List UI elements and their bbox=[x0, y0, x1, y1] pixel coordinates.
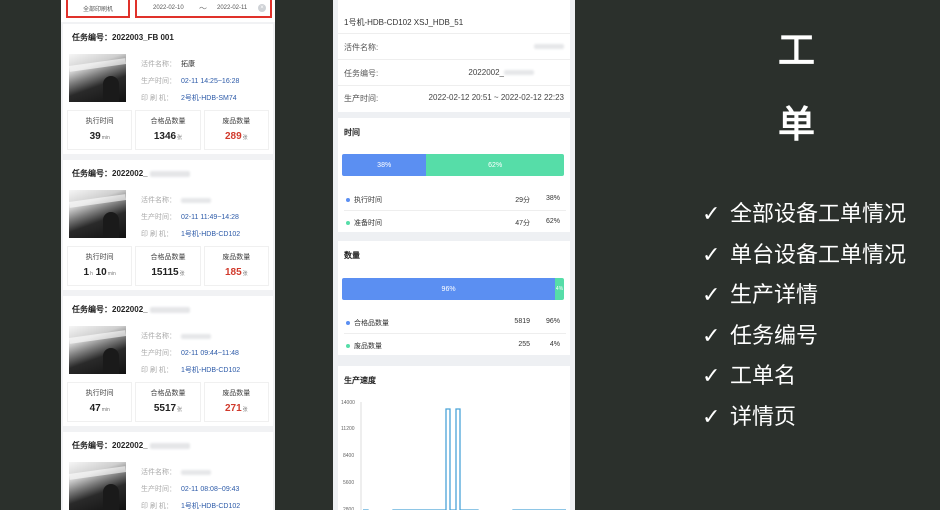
task-stats: 执行时间 39min 合格品数量 1346张 废品数量 289张 bbox=[67, 110, 269, 150]
legend-row-good: 合格品数量 5819 96% bbox=[346, 318, 562, 328]
exec-time-stat: 执行时间 1h 10min bbox=[67, 246, 133, 286]
feature-list: ✓ 全部设备工单情况 ✓ 单台设备工单情况 ✓ 生产详情 ✓ 任务编号 ✓ 工单名 ✓ 详情… bbox=[702, 196, 906, 439]
checkmark-icon: ✓ bbox=[702, 323, 721, 349]
exec-time-stat: 执行时间 39min bbox=[67, 110, 133, 150]
checkmark-icon: ✓ bbox=[702, 404, 721, 430]
time-section: 时间 38% 62% 执行时间 29分 38% 准备时间 47分 62% bbox=[338, 118, 570, 232]
legend-row-exec: 执行时间 29分 38% bbox=[346, 195, 562, 205]
y-tick-label: 14000 bbox=[341, 400, 355, 406]
legend-dot bbox=[346, 221, 350, 226]
legend-dot bbox=[346, 344, 350, 349]
time-ratio-bar: 38% 62% bbox=[342, 154, 564, 176]
waste-count-stat: 废品数量 271张 bbox=[203, 382, 269, 422]
job-name-row: 活件名称： bbox=[141, 195, 211, 205]
divider bbox=[344, 333, 566, 334]
y-tick-label: 8400 bbox=[343, 453, 354, 459]
count-ratio-bar: 96% 4% bbox=[342, 278, 564, 300]
filter-bar: 全部印刷机 2022-02-10 〜 2022-02-11 × bbox=[61, 0, 275, 22]
printer-filter-dropdown[interactable]: 全部印刷机 bbox=[66, 0, 130, 18]
date-end[interactable]: 2022-02-11 bbox=[217, 5, 247, 11]
date-separator: 〜 bbox=[199, 4, 207, 13]
feature-item: ✓ 生产详情 bbox=[702, 283, 819, 308]
printer-row: 印 刷 机： 1号机-HDB-CD102 bbox=[141, 503, 241, 510]
task-number: 任务编号：2022002_ bbox=[72, 304, 190, 315]
checkmark-icon: ✓ bbox=[702, 364, 721, 389]
production-time-row: 生产时间： 02-11 08:08~09:43 bbox=[141, 486, 240, 493]
waste-count-stat: 废品数量 185张 bbox=[203, 246, 269, 286]
waste-count-segment: 4% bbox=[555, 278, 564, 300]
production-time-row: 生产时间： 02-11 09:44~11:48 bbox=[141, 350, 239, 357]
feature-item: ✓ 工单名 bbox=[702, 364, 797, 389]
checkmark-icon: ✓ bbox=[702, 283, 721, 308]
production-time-row: 生产时间: 2022-02-12 20:51 ~ 2022-02-12 22:23 bbox=[344, 93, 564, 103]
task-number: 任务编号：2022002_ bbox=[72, 168, 190, 179]
task-card[interactable]: 任务编号：2022003_FB 001 活件名称： 拓康 生产时间： 02-11 1… bbox=[63, 24, 273, 154]
legend-dot bbox=[346, 198, 350, 203]
section-title: 数量 bbox=[344, 251, 360, 260]
y-tick-label: 5600 bbox=[343, 480, 354, 486]
printer-row: 印 刷 机： 1号机-HDB-CD102 bbox=[141, 367, 241, 374]
job-name-row: 活件名称： bbox=[141, 331, 211, 341]
divider bbox=[338, 85, 570, 86]
divider bbox=[344, 210, 566, 211]
job-thumbnail bbox=[69, 462, 126, 510]
count-section: 数量 96% 4% 合格品数量 5819 96% 废品数量 255 4% bbox=[338, 241, 570, 355]
task-number: 任务编号：2022002_ bbox=[72, 440, 190, 451]
checkmark-icon: ✓ bbox=[702, 242, 721, 268]
printer-row: 印 刷 机： 2号机-HDB-SM74 bbox=[141, 95, 237, 102]
detail-header-card: 1号机-HDB-CD102 XSJ_HDB_51 活件名称: 任务编号: 2022… bbox=[338, 0, 570, 112]
good-count-stat: 合格品数量 15115张 bbox=[135, 246, 201, 286]
good-count-stat: 合格品数量 1346张 bbox=[135, 110, 201, 150]
printer-row: 印 刷 机： 1号机-HDB-CD102 bbox=[141, 231, 241, 238]
production-time-row: 生产时间： 02-11 14:25~16:28 bbox=[141, 78, 240, 85]
clear-date-icon[interactable]: × bbox=[258, 4, 266, 12]
task-detail-phone: 1号机-HDB-CD102 XSJ_HDB_51 活件名称: 任务编号: 2022… bbox=[333, 0, 575, 510]
task-number-row: 任务编号: 2022002_ bbox=[344, 68, 564, 79]
job-name-row: 活件名称： 拓康 bbox=[141, 61, 195, 68]
feature-item: ✓ 任务编号 bbox=[702, 323, 819, 349]
exec-time-stat: 执行时间 47min bbox=[67, 382, 133, 422]
date-start[interactable]: 2022-02-10 bbox=[153, 5, 184, 11]
prep-time-segment: 62% bbox=[426, 154, 564, 176]
speed-section: 生产速度 14000 11200 8400 5600 2800 bbox=[338, 366, 570, 510]
legend-row-waste: 废品数量 255 4% bbox=[346, 341, 562, 351]
job-thumbnail bbox=[69, 190, 126, 238]
waste-count-stat: 废品数量 289张 bbox=[203, 110, 269, 150]
task-number: 任务编号：2022003_FB 001 bbox=[72, 33, 174, 42]
speed-chart: 14000 11200 8400 5600 2800 bbox=[341, 400, 566, 510]
good-count-segment: 96% bbox=[342, 278, 556, 300]
date-range-picker[interactable]: 2022-02-10 〜 2022-02-11 × bbox=[135, 0, 272, 18]
speed-line bbox=[363, 408, 566, 510]
feature-item: ✓ 详情页 bbox=[702, 404, 797, 430]
heading-line-1: 工 bbox=[778, 29, 815, 72]
checkmark-icon: ✓ bbox=[702, 202, 721, 227]
section-title: 时间 bbox=[344, 128, 360, 137]
production-time-row: 生产时间： 02-11 11:49~14:28 bbox=[141, 214, 239, 221]
job-name-row: 活件名称： bbox=[141, 467, 211, 477]
divider bbox=[338, 59, 570, 60]
feature-item: ✓ 全部设备工单情况 bbox=[702, 202, 907, 227]
good-count-stat: 合格品数量 5517张 bbox=[135, 382, 201, 422]
divider bbox=[338, 33, 570, 34]
job-thumbnail bbox=[69, 326, 126, 374]
printer-job-title: 1号机-HDB-CD102 XSJ_HDB_51 bbox=[344, 18, 464, 27]
heading-line-2: 单 bbox=[778, 103, 815, 146]
legend-dot bbox=[346, 321, 350, 326]
task-stats: 执行时间 47min 合格品数量 5517张 废品数量 271张 bbox=[67, 382, 269, 422]
job-name-row: 活件名称: bbox=[344, 42, 564, 53]
exec-time-segment: 38% bbox=[342, 154, 427, 176]
y-tick-label: 11200 bbox=[341, 426, 355, 432]
task-list-phone: 全部印刷机 2022-02-10 〜 2022-02-11 × 任务编号：202… bbox=[61, 0, 275, 510]
feature-item: ✓ 单台设备工单情况 bbox=[702, 242, 907, 268]
task-card[interactable]: 任务编号：2022002_ 活件名称： 生产时间： 02-11 09:44~11:… bbox=[63, 296, 273, 426]
task-stats: 执行时间 1h 10min 合格品数量 15115张 废品数量 185张 bbox=[67, 246, 269, 286]
job-thumbnail bbox=[69, 54, 126, 102]
task-card[interactable]: 任务编号：2022002_ 活件名称： 生产时间： 02-11 08:08~09:… bbox=[63, 432, 273, 510]
y-axis: 14000 11200 8400 5600 2800 bbox=[341, 400, 362, 510]
task-card[interactable]: 任务编号：2022002_ 活件名称： 生产时间： 02-11 11:49~14:… bbox=[63, 160, 273, 290]
legend-row-prep: 准备时间 47分 62% bbox=[346, 218, 562, 228]
